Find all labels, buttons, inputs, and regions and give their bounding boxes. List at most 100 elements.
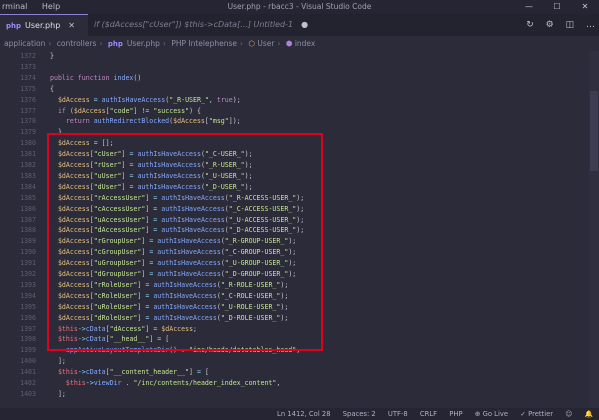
prettier-status[interactable]: ✓ Prettier <box>520 410 553 418</box>
line-number: 1384 <box>20 182 36 191</box>
code-text[interactable]: if ($dAccess["code"] != "success") { <box>50 106 201 117</box>
code-text[interactable]: $dAccess["uRoleUser"] = authIsHaveAccess… <box>50 302 288 313</box>
tab-dirty-icon[interactable]: ● <box>301 20 308 29</box>
code-text[interactable]: } <box>50 51 54 62</box>
tab-close-icon[interactable]: ✕ <box>68 21 75 30</box>
line-number: 1395 <box>20 302 36 311</box>
compare-icon[interactable]: ↻ <box>526 20 534 30</box>
code-text[interactable]: $dAccess["dRoleUser"] = authIsHaveAccess… <box>50 313 288 324</box>
breadcrumb-item[interactable]: index <box>295 39 316 48</box>
indentation[interactable]: Spaces: 2 <box>343 410 376 418</box>
code-text[interactable]: $dAccess["uGroupUser"] = authIsHaveAcces… <box>50 258 296 269</box>
code-text[interactable]: return authRedirectBlocked($dAccess["msg… <box>50 116 241 127</box>
tab-label: if ($dAccess["cUser"]) $this->cData[...]… <box>94 20 294 29</box>
breadcrumb-item[interactable]: PHP Intelephense <box>171 39 237 48</box>
code-text[interactable]: $dAccess["dGroupUser"] = authIsHaveAcces… <box>50 269 296 280</box>
line-number: 1399 <box>20 346 36 355</box>
chevron-right-icon: › <box>99 39 103 48</box>
php-file-icon: php <box>6 22 22 30</box>
code-text[interactable]: $dAccess["rUser"] = authIsHaveAccess("_R… <box>50 160 253 171</box>
chevron-right-icon: › <box>277 39 281 48</box>
breadcrumb-item[interactable]: controllers <box>57 39 97 48</box>
code-text[interactable]: $dAccess["rRoleUser"] = authIsHaveAccess… <box>50 280 288 291</box>
go-live-button[interactable]: ⊕ Go Live <box>475 410 508 418</box>
line-number: 1391 <box>20 259 36 268</box>
scrollbar-thumb[interactable] <box>590 91 598 171</box>
code-text[interactable]: $dAccess["rGroupUser"] = authIsHaveAcces… <box>50 236 296 247</box>
code-text[interactable]: $dAccess = []; <box>50 138 114 149</box>
tab-label: User.php <box>25 21 61 30</box>
code-text[interactable]: $dAccess["dUser"] = authIsHaveAccess("_D… <box>50 182 253 193</box>
code-text[interactable]: $dAccess = authIsHaveAccess("_R-USER_", … <box>50 95 241 106</box>
close-window-button[interactable]: ✕ <box>571 0 599 14</box>
breadcrumb-item[interactable]: User <box>257 39 274 48</box>
code-text[interactable]: { <box>50 84 54 95</box>
notifications-bell-icon[interactable]: 🔔 <box>585 410 593 418</box>
line-number: 1392 <box>20 270 36 278</box>
chevron-right-icon: › <box>48 39 52 48</box>
split-editor-icon[interactable]: ◫ <box>566 20 575 30</box>
line-number: 1390 <box>20 248 36 257</box>
line-number: 1378 <box>20 117 36 126</box>
code-text[interactable]: public function index() <box>50 73 141 84</box>
line-number: 1397 <box>20 324 36 333</box>
chevron-right-icon: › <box>162 39 166 48</box>
line-number: 1377 <box>20 106 36 115</box>
line-number: 1403 <box>20 389 36 398</box>
code-text[interactable]: $dAccess["cGroupUser"] = authIsHaveAcces… <box>50 247 296 258</box>
breadcrumb-item[interactable]: User.php <box>127 39 160 48</box>
language-mode[interactable]: PHP <box>449 410 462 418</box>
tab-untitled-1[interactable]: if ($dAccess["cUser"]) $this->cData[...]… <box>88 14 313 36</box>
code-text[interactable]: $dAccess["uUser"] = authIsHaveAccess("_U… <box>50 171 253 182</box>
settings-icon[interactable]: ⚙ <box>546 20 554 30</box>
code-text[interactable]: $this->cData["__content_header__"] = [ <box>50 367 209 378</box>
line-number: 1376 <box>20 95 36 104</box>
class-icon: ⬡ <box>248 39 255 48</box>
code-text[interactable]: ]; <box>50 356 66 367</box>
line-number: 1372 <box>20 52 36 60</box>
code-text[interactable]: $this->cData["dAccess"] = $dAccess; <box>50 324 197 335</box>
editor-actions: ↻ ⚙ ◫ … <box>517 14 595 36</box>
code-text[interactable]: $dAccess["rAccessUser"] = authIsHaveAcce… <box>50 193 304 204</box>
code-text[interactable]: $dAccess["cAccessUser"] = authIsHaveAcce… <box>50 204 304 215</box>
line-number: 1401 <box>20 368 36 377</box>
line-number: 1382 <box>20 161 36 169</box>
code-editor[interactable]: 1403 ]; 1402 $this->viewDir . "/inc/conte… <box>0 51 599 408</box>
maximize-button[interactable]: ☐ <box>543 0 571 14</box>
method-icon: ⬢ <box>285 39 293 48</box>
more-actions-icon[interactable]: … <box>586 20 595 30</box>
line-number: 1380 <box>20 139 36 148</box>
code-text[interactable]: $dAccess["cUser"] = authIsHaveAccess("_C… <box>50 149 253 160</box>
code-text[interactable]: $dAccess["dAccessUser"] = authIsHaveAcce… <box>50 225 304 236</box>
line-number: 1374 <box>20 73 36 82</box>
line-number: 1375 <box>20 84 36 93</box>
line-number: 1383 <box>20 171 36 180</box>
title-bar: rminal Help User.php - rbacc3 - Visual S… <box>0 0 599 14</box>
encoding[interactable]: UTF-8 <box>388 410 408 418</box>
line-ending[interactable]: CRLF <box>420 410 437 418</box>
code-text[interactable]: $this->cData["__head__"] = [ <box>50 334 169 345</box>
chevron-right-icon: › <box>240 39 244 48</box>
line-number: 1379 <box>20 128 36 137</box>
window-title: User.php - rbacc3 - Visual Studio Code <box>227 2 372 11</box>
breadcrumb-item[interactable]: application <box>4 39 45 48</box>
tab-user-php[interactable]: php User.php ✕ <box>0 14 88 36</box>
line-number: 1385 <box>20 193 36 202</box>
status-bar: Ln 1412, Col 28 Spaces: 2 UTF-8 CRLF PHP… <box>0 408 599 420</box>
code-text[interactable]: ]; <box>50 389 66 400</box>
cursor-position[interactable]: Ln 1412, Col 28 <box>277 410 330 418</box>
line-number: 1393 <box>20 280 36 289</box>
vertical-scrollbar[interactable] <box>589 51 599 408</box>
minimize-button[interactable]: — <box>515 0 543 14</box>
code-text[interactable]: $dAccess["cRoleUser"] = authIsHaveAccess… <box>50 291 288 302</box>
feedback-icon[interactable]: ☺ <box>565 410 572 418</box>
line-number: 1389 <box>20 237 36 246</box>
breadcrumb: application › controllers › php User.php › P… <box>0 36 599 51</box>
code-text[interactable]: } <box>50 127 62 138</box>
code-text[interactable]: $this->viewDir . "/inc/contents/header_i… <box>50 378 280 389</box>
line-number: 1394 <box>20 291 36 300</box>
line-number: 1402 <box>20 379 36 387</box>
code-text[interactable]: appActiveLayoutTemplateDir() . "inc/head… <box>50 345 300 356</box>
editor-tab-bar: php User.php ✕ if ($dAccess["cUser"]) $thi… <box>0 14 599 36</box>
code-text[interactable]: $dAccess["uAccessUser"] = authIsHaveAcce… <box>50 215 304 226</box>
